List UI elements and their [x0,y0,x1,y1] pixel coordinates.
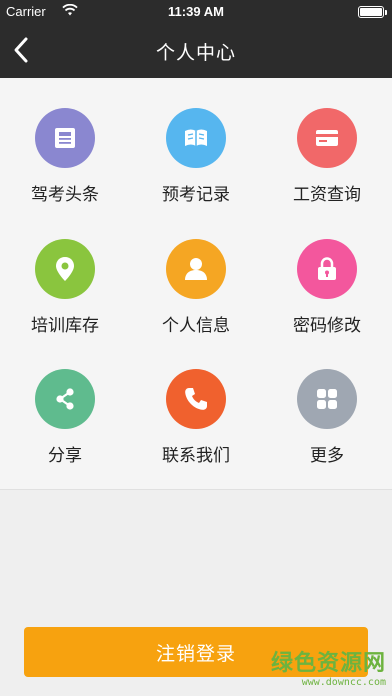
grid-item-label: 分享 [48,446,82,466]
grid-icon-circle [35,239,95,299]
grid-icon-circle [35,108,95,168]
grid-item-more[interactable]: 更多 [262,346,392,476]
grid-item-label: 工资查询 [293,185,361,205]
card-icon [316,130,338,146]
grid-item-label: 预考记录 [162,185,230,205]
grid-item-label: 驾考头条 [31,185,99,205]
grid-item-label: 更多 [310,446,344,466]
grid-item-change-password[interactable]: 密码修改 [262,216,392,346]
phone-icon [185,388,207,410]
news-icon [55,128,75,148]
grid-icon-circle [297,239,357,299]
book-icon [185,129,207,146]
lock-icon [318,257,336,280]
grid-item-training-inventory[interactable]: 培训库存 [0,216,130,346]
grid-icon-circle [297,369,357,429]
battery-icon [358,6,384,18]
grid-icon-circle [297,108,357,168]
grid-item-driving-news[interactable]: 驾考头条 [0,85,130,215]
grid-item-label: 个人信息 [162,316,230,336]
grid-item-salary-query[interactable]: 工资查询 [262,85,392,215]
grid-icon-circle [166,369,226,429]
person-icon [185,258,207,280]
grid-icon-circle [166,108,226,168]
grid-item-label: 密码修改 [293,316,361,336]
grid-item-label: 联系我们 [162,446,230,466]
status-time: 11:39 AM [168,4,224,19]
grid-icon-circle [166,239,226,299]
menu-grid: 驾考头条 预考记录 工资查询 培训库存 个人信息 密码修改 分享 联系我们 更多 [0,78,392,490]
page-title: 个人中心 [155,42,236,64]
share-icon [56,388,74,410]
header: Carrier 11:39 AM 个人中心 [0,0,392,78]
watermark-url: www.downcc.com [301,677,386,688]
watermark: 绿色资源网 www.downcc.com [246,645,386,691]
location-pin-icon [56,257,74,281]
more-grid-icon [317,389,337,409]
grid-item-share[interactable]: 分享 [0,346,130,476]
grid-item-exam-records[interactable]: 预考记录 [131,85,261,215]
battery-tip [385,10,387,15]
grid-item-contact-us[interactable]: 联系我们 [131,346,261,476]
grid-item-label: 培训库存 [31,316,99,336]
watermark-text: 绿色资源网 [270,651,386,676]
grid-item-personal-info[interactable]: 个人信息 [131,216,261,346]
grid-icon-circle [35,369,95,429]
status-bar: Carrier 11:39 AM [0,0,392,24]
